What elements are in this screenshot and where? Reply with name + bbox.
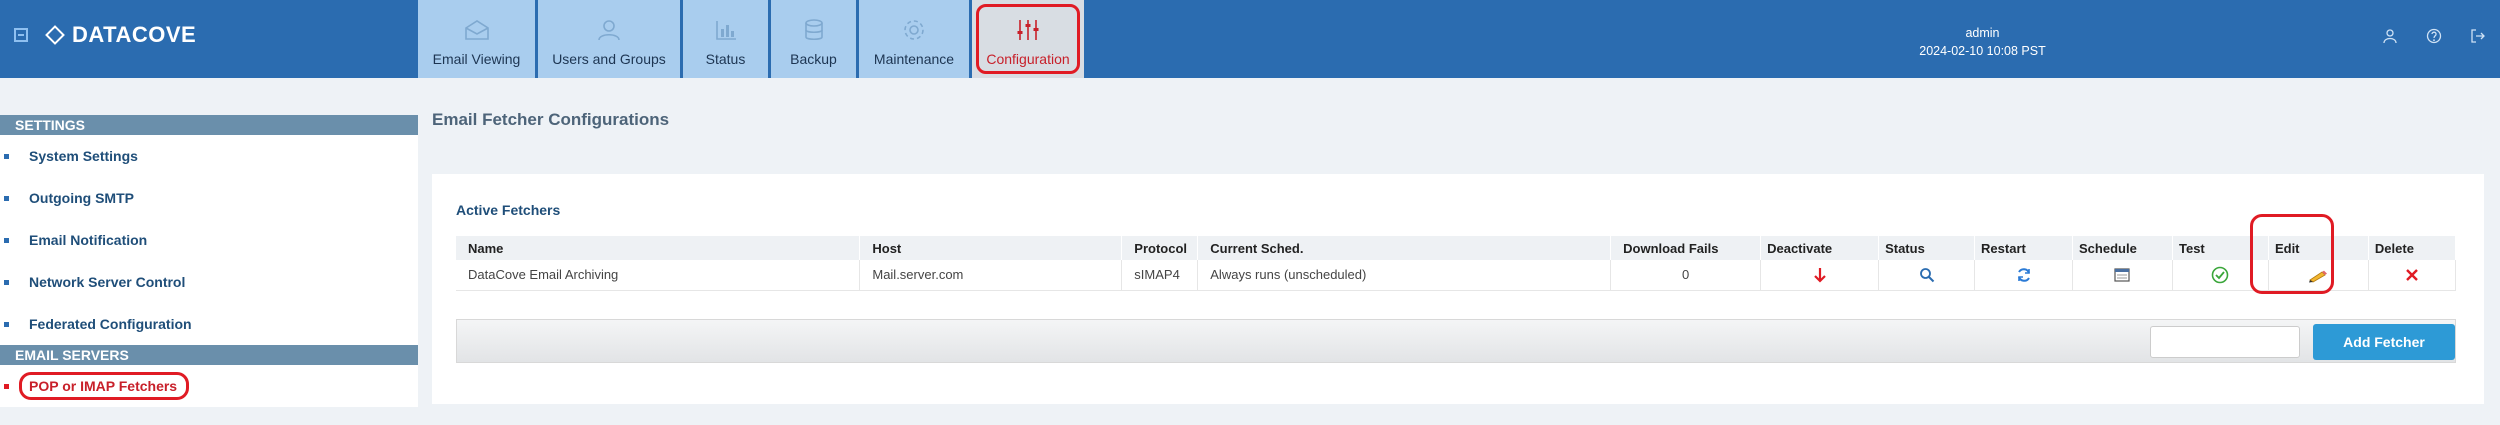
- fetcher-name: DataCove Email Archiving: [456, 260, 861, 291]
- highlight-annotation: [976, 4, 1080, 74]
- sidebar-item-federated-configuration[interactable]: Federated Configuration: [0, 303, 418, 345]
- user-profile-icon[interactable]: [2380, 26, 2400, 46]
- sidebar-item-email-notification[interactable]: Email Notification: [0, 219, 418, 261]
- schedule-cell: [2072, 260, 2173, 291]
- tab-label: Email Viewing: [432, 51, 521, 67]
- fetchers-panel: Active Fetchers Name Host Protocol Curre…: [432, 174, 2484, 404]
- sidebar: SETTINGS System Settings Outgoing SMTP E…: [0, 115, 418, 407]
- menu-toggle-icon[interactable]: [14, 28, 28, 42]
- sidebar-item-label: System Settings: [29, 148, 138, 164]
- panel-title: Active Fetchers: [456, 202, 561, 218]
- column-header: Schedule: [2072, 236, 2173, 260]
- sidebar-item-system-settings[interactable]: System Settings: [0, 135, 418, 177]
- column-header[interactable]: Host: [859, 236, 1123, 260]
- top-header: DATACOVE Email Viewing Users and Groups …: [0, 0, 2500, 78]
- fetchers-table: Name Host Protocol Current Sched. Downlo…: [456, 236, 2457, 291]
- status-cell: [1878, 260, 1976, 291]
- logo[interactable]: DATACOVE: [14, 22, 196, 48]
- bar-chart-icon: [711, 17, 741, 43]
- column-header: Restart: [1974, 236, 2073, 260]
- tab-configuration[interactable]: Configuration: [972, 0, 1084, 78]
- header-actions: [2356, 26, 2488, 46]
- page-title: Email Fetcher Configurations: [432, 110, 670, 129]
- logout-icon[interactable]: [2468, 26, 2488, 46]
- sidebar-item-label: Network Server Control: [29, 274, 186, 290]
- column-header[interactable]: Current Sched.: [1197, 236, 1612, 260]
- sidebar-item-pop-imap-fetchers[interactable]: POP or IMAP Fetchers: [0, 365, 418, 407]
- fetcher-schedule: Always runs (unscheduled): [1197, 260, 1612, 291]
- gear-icon: [899, 17, 929, 43]
- tab-users-and-groups[interactable]: Users and Groups: [538, 0, 680, 78]
- sidebar-item-network-server-control[interactable]: Network Server Control: [0, 261, 418, 303]
- tab-backup[interactable]: Backup: [771, 0, 856, 78]
- tab-email-viewing[interactable]: Email Viewing: [418, 0, 535, 78]
- column-header[interactable]: Name: [456, 236, 861, 260]
- user-info: admin 2024-02-10 10:08 PST: [1900, 24, 2065, 60]
- table-header-row: Name Host Protocol Current Sched. Downlo…: [456, 236, 2457, 260]
- tab-label: Maintenance: [873, 51, 955, 67]
- tab-label: Users and Groups: [552, 51, 666, 67]
- restart-refresh-icon[interactable]: [2014, 265, 2034, 285]
- sidebar-item-label: Email Notification: [29, 232, 148, 248]
- column-header[interactable]: Download Fails: [1610, 236, 1762, 260]
- envelope-icon: [462, 17, 492, 43]
- tab-maintenance[interactable]: Maintenance: [859, 0, 969, 78]
- column-header: Deactivate: [1760, 236, 1880, 260]
- sidebar-item-label: Federated Configuration: [29, 316, 192, 332]
- deactivate-cell: [1760, 260, 1880, 291]
- test-check-icon[interactable]: [2210, 265, 2230, 285]
- column-header: Delete: [2368, 236, 2457, 260]
- fetcher-host: Mail.server.com: [859, 260, 1123, 291]
- username: admin: [1965, 26, 2000, 40]
- new-fetcher-input[interactable]: [2150, 326, 2300, 358]
- column-header[interactable]: Protocol: [1121, 236, 1199, 260]
- settings-section-header: SETTINGS: [0, 115, 418, 135]
- datacove-logo-icon: [45, 25, 65, 45]
- sidebar-item-outgoing-smtp[interactable]: Outgoing SMTP: [0, 177, 418, 219]
- table-footer-toolbar: Add Fetcher: [456, 319, 2456, 363]
- delete-cell: [2368, 260, 2457, 291]
- bullet-icon: [4, 383, 9, 389]
- bullet-icon: [4, 279, 9, 285]
- current-datetime: 2024-02-10 10:08 PST: [1919, 44, 2046, 58]
- highlight-annotation: [2250, 214, 2334, 294]
- fetcher-protocol: sIMAP4: [1121, 260, 1199, 291]
- download-fails: 0: [1610, 260, 1762, 291]
- status-search-icon[interactable]: [1917, 265, 1937, 285]
- users-icon: [594, 17, 624, 43]
- column-header: Status: [1878, 236, 1976, 260]
- bullet-icon: [4, 321, 9, 327]
- delete-x-icon[interactable]: [2402, 265, 2422, 285]
- database-icon: [799, 17, 829, 43]
- add-fetcher-button[interactable]: Add Fetcher: [2313, 324, 2455, 360]
- sidebar-item-label: POP or IMAP Fetchers: [18, 372, 190, 400]
- sidebar-item-label: Outgoing SMTP: [29, 190, 134, 206]
- tab-label: Status: [705, 51, 746, 67]
- tab-status[interactable]: Status: [683, 0, 768, 78]
- bullet-icon: [4, 195, 9, 201]
- table-row: DataCove Email Archiving Mail.server.com…: [456, 260, 2457, 291]
- tab-label: Backup: [790, 51, 837, 67]
- bullet-icon: [4, 237, 9, 243]
- bullet-icon: [4, 153, 9, 159]
- schedule-calendar-icon[interactable]: [2112, 265, 2132, 285]
- brand-name: DATACOVE: [72, 22, 197, 47]
- main-nav: Email Viewing Users and Groups Status Ba…: [418, 0, 1087, 78]
- deactivate-arrow-down-icon[interactable]: [1810, 265, 1830, 285]
- restart-cell: [1974, 260, 2073, 291]
- email-servers-section-header: EMAIL SERVERS: [0, 345, 418, 365]
- help-icon[interactable]: [2424, 26, 2444, 46]
